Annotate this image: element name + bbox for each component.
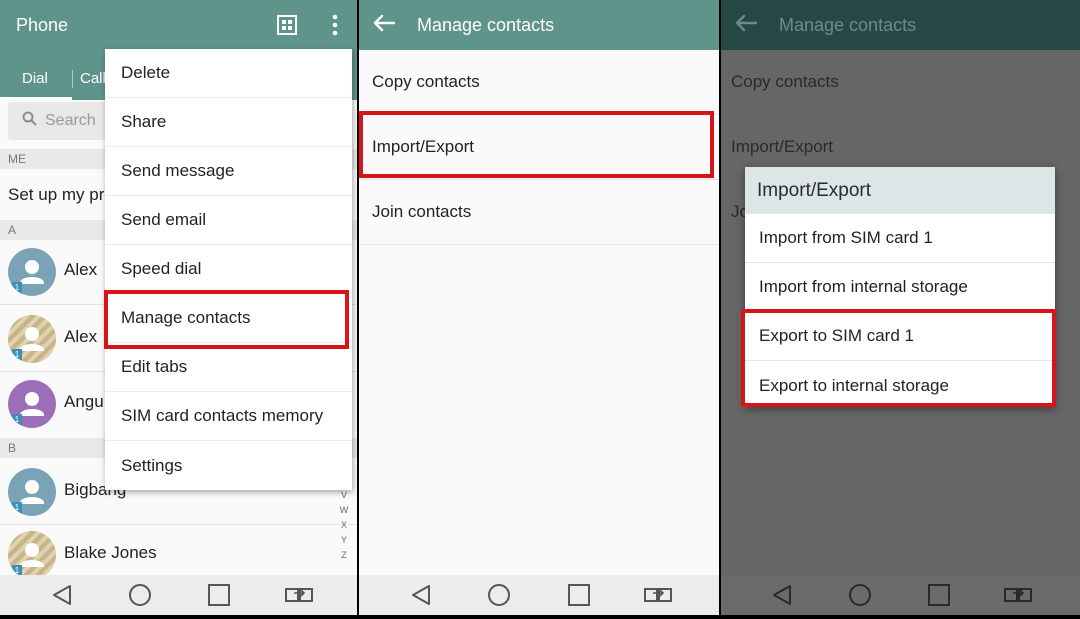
tab-dial[interactable]: Dial — [22, 70, 48, 87]
import-export-item-dimmed: Import/Export — [731, 137, 834, 156]
setup-profile-row[interactable]: Set up my pr — [8, 185, 104, 205]
app-title: Manage contacts — [779, 14, 917, 35]
alphabet-index-letter[interactable]: X — [339, 518, 349, 533]
alphabet-index-letter[interactable]: Z — [339, 548, 349, 563]
avatar: 1 — [8, 315, 56, 363]
app-bar: Phone — [0, 0, 357, 50]
recents-icon[interactable] — [207, 583, 231, 607]
sim-badge-icon: 1 — [12, 502, 22, 514]
alphabet-index-letter[interactable]: Y — [339, 533, 349, 548]
sim-badge-icon: 1 — [12, 349, 22, 361]
dialog-title: Import/Export — [745, 167, 1055, 214]
avatar: 1 — [8, 380, 56, 428]
recents-icon[interactable] — [567, 583, 591, 607]
join-contacts-item[interactable]: Join contacts — [359, 180, 719, 245]
copy-contacts-item[interactable]: Copy contacts — [359, 50, 719, 115]
home-icon[interactable] — [128, 583, 152, 607]
menu-item-manage-contacts[interactable]: Manage contacts — [105, 294, 352, 343]
app-bar: Manage contacts — [721, 0, 1080, 50]
alphabet-index[interactable]: VWXYZ — [339, 488, 349, 563]
menu-item-send-email[interactable]: Send email — [105, 196, 352, 245]
recents-icon — [928, 584, 950, 606]
avatar: 1 — [8, 531, 56, 579]
menu-item-edit-tabs[interactable]: Edit tabs — [105, 343, 352, 392]
dual-window-icon[interactable] — [284, 583, 314, 607]
import-from-sim-option[interactable]: Import from SIM card 1 — [745, 214, 1055, 263]
menu-item-settings[interactable]: Settings — [105, 441, 352, 490]
dual-window-icon — [1004, 588, 1032, 602]
alphabet-index-letter[interactable]: W — [339, 503, 349, 518]
avatar: 1 — [8, 248, 56, 296]
sim-badge-icon: 1 — [12, 414, 22, 426]
menu-item-delete[interactable]: Delete — [105, 49, 352, 98]
nav-bar — [721, 575, 1080, 615]
home-icon[interactable] — [487, 583, 511, 607]
import-from-storage-option[interactable]: Import from internal storage — [745, 263, 1055, 312]
active-tab-indicator — [0, 97, 72, 100]
avatar: 1 — [8, 468, 56, 516]
grid-icon[interactable] — [277, 15, 297, 35]
import-export-item[interactable]: Import/Export — [359, 115, 719, 180]
app-title: Phone — [16, 14, 69, 35]
phone-contacts-panel: Phone Dial Call Search ME Set up my pr A — [0, 0, 357, 615]
back-arrow-icon — [735, 13, 758, 37]
app-title: Manage contacts — [417, 14, 555, 35]
export-to-sim-option[interactable]: Export to SIM card 1 — [745, 312, 1055, 361]
search-placeholder: Search — [45, 112, 96, 129]
app-bar: Manage contacts — [359, 0, 719, 50]
back-icon — [773, 585, 791, 605]
menu-item-sim-card-contacts-memory[interactable]: SIM card contacts memory — [105, 392, 352, 441]
nav-bar — [359, 575, 719, 615]
search-icon — [22, 111, 37, 131]
back-icon[interactable] — [409, 583, 433, 607]
contact-name: Alex — [64, 327, 98, 346]
contact-name: Blake Jones — [64, 543, 157, 562]
alphabet-index-letter[interactable]: V — [339, 488, 349, 503]
back-icon[interactable] — [50, 583, 74, 607]
home-icon — [849, 584, 871, 606]
import-export-dialog: Import/Export Import from SIM card 1 Imp… — [745, 167, 1055, 407]
menu-item-send-message[interactable]: Send message — [105, 147, 352, 196]
back-arrow-icon[interactable] — [373, 13, 396, 37]
export-to-storage-option[interactable]: Export to internal storage — [745, 361, 1055, 410]
sim-badge-icon: 1 — [12, 282, 22, 294]
overflow-menu: Delete Share Send message Send email Speed d… — [105, 49, 352, 490]
dual-window-icon[interactable] — [643, 583, 673, 607]
manage-contacts-panel: Manage contacts Copy contacts Import/Exp… — [359, 0, 719, 615]
copy-contacts-item-dimmed: Copy contacts — [731, 72, 839, 91]
tab-call-logs[interactable]: Call — [80, 70, 106, 87]
menu-item-share[interactable]: Share — [105, 98, 352, 147]
nav-bar — [0, 575, 357, 615]
menu-item-speed-dial[interactable]: Speed dial — [105, 245, 352, 294]
contact-name: Angu — [64, 392, 104, 411]
overflow-menu-icon[interactable] — [330, 14, 340, 36]
import-export-dialog-panel: Manage contacts Copy contacts Import/Exp… — [721, 0, 1080, 615]
contact-name: Alex — [64, 260, 98, 279]
tab-divider — [72, 70, 73, 88]
